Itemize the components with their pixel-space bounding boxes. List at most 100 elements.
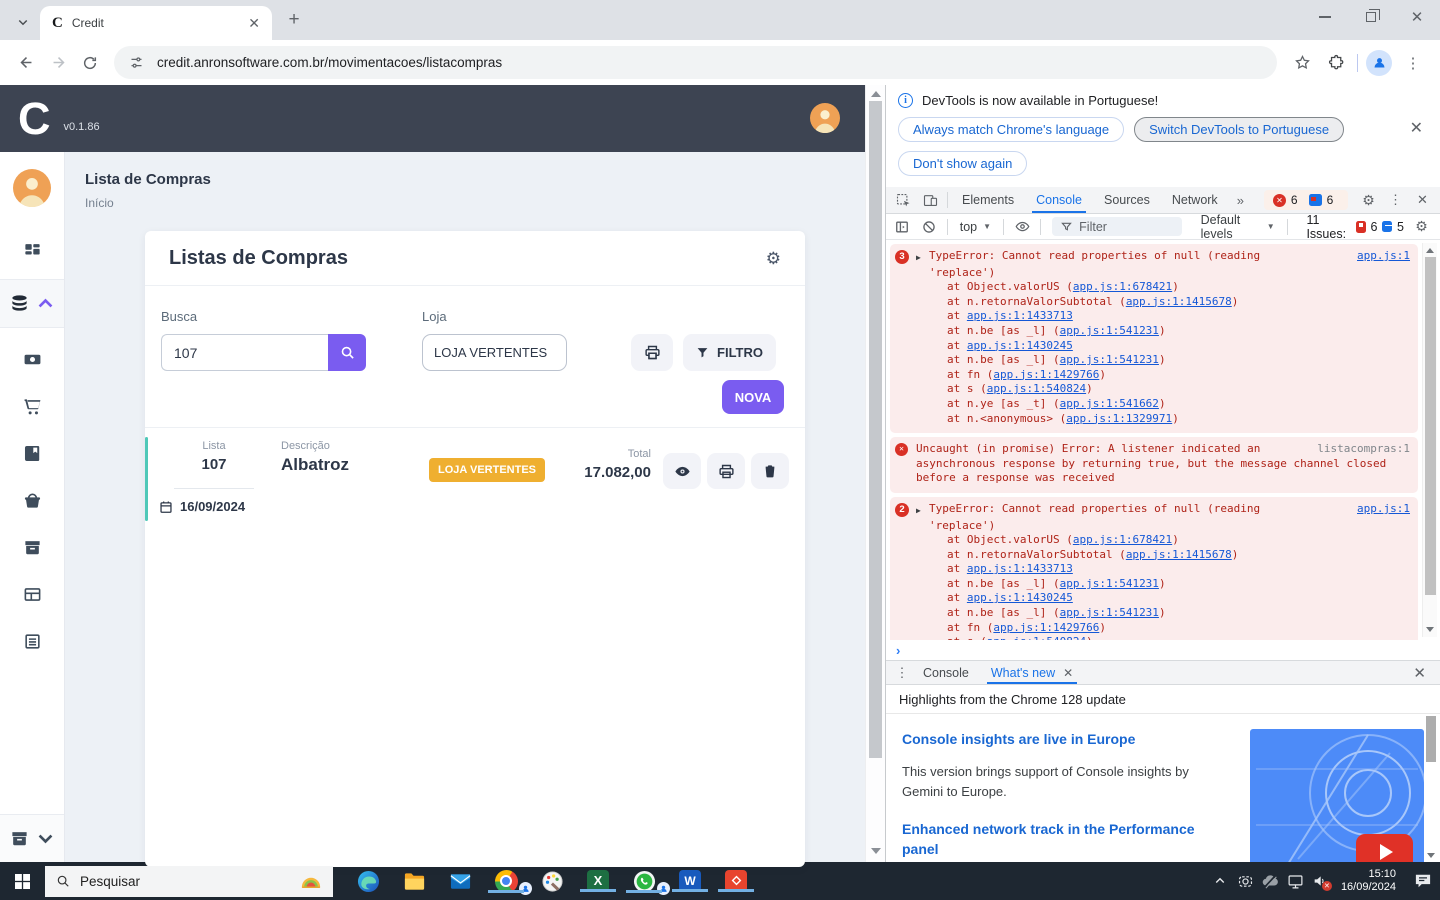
network-icon[interactable]	[1283, 873, 1308, 890]
clear-console-icon[interactable]	[917, 214, 939, 240]
levels-selector[interactable]: Default levels ▼	[1196, 213, 1280, 241]
new-tab-button[interactable]: +	[280, 6, 308, 34]
message-source-link[interactable]: app.js:1	[1347, 249, 1410, 264]
dont-show-again-button[interactable]: Don't show again	[898, 151, 1027, 176]
stack-frame-link[interactable]: app.js:1:540824	[987, 635, 1086, 640]
print-row-button[interactable]	[707, 453, 745, 489]
busca-input[interactable]	[161, 334, 328, 371]
scrollbar-thumb[interactable]	[1426, 716, 1436, 762]
whats-new-scrollbar[interactable]	[1424, 714, 1438, 862]
view-button[interactable]	[663, 453, 701, 489]
match-language-button[interactable]: Always match Chrome's language	[898, 117, 1124, 142]
devtools-menu-kebab-icon[interactable]: ⋮	[1382, 187, 1409, 213]
tray-chevron-up-icon[interactable]	[1208, 875, 1233, 887]
window-minimize-button[interactable]	[1302, 0, 1348, 34]
url-bar[interactable]: credit.anronsoftware.com.br/movimentacoe…	[114, 46, 1277, 79]
play-button[interactable]	[1356, 834, 1413, 862]
browser-tab-credit[interactable]: C Credit ✕	[40, 6, 272, 40]
whats-new-heading-1[interactable]: Console insights are live in Europe	[902, 729, 1234, 749]
status-badges[interactable]: ✕ 6 6	[1264, 190, 1348, 210]
print-button[interactable]	[631, 334, 673, 371]
tab-close-icon[interactable]: ✕	[248, 15, 260, 32]
scroll-down-arrow[interactable]	[1426, 627, 1434, 632]
search-button[interactable]	[328, 334, 366, 371]
console-sidebar-icon[interactable]	[891, 214, 913, 240]
nova-button[interactable]: NOVA	[722, 380, 784, 414]
more-tabs-icon[interactable]: »	[1229, 193, 1252, 208]
tab-console[interactable]: Console	[1025, 187, 1093, 213]
stack-frame-link[interactable]: app.js:1:1429766	[993, 621, 1099, 634]
tab-elements[interactable]: Elements	[951, 187, 1025, 213]
taskbar-whatsapp[interactable]	[621, 870, 667, 893]
window-restore-button[interactable]	[1348, 0, 1394, 34]
stack-frame-link[interactable]: app.js:1:1415678	[1126, 295, 1232, 308]
console-filter-input[interactable]: Filter	[1052, 217, 1181, 236]
window-close-button[interactable]: ✕	[1394, 0, 1440, 34]
device-toolbar-icon[interactable]	[917, 187, 944, 213]
stack-frame-link[interactable]: app.js:1:541231	[1060, 324, 1159, 337]
whats-new-heading-2[interactable]: Enhanced network track in the Performanc…	[902, 819, 1234, 859]
taskbar-file-explorer[interactable]	[391, 870, 437, 893]
stack-frame-link[interactable]: app.js:1:1433713	[967, 309, 1073, 322]
tab-sources[interactable]: Sources	[1093, 187, 1161, 213]
volume-muted-icon[interactable]: ✕	[1308, 873, 1333, 889]
console-prompt[interactable]: ›	[886, 640, 1440, 660]
stack-frame-link[interactable]: app.js:1:1415678	[1126, 548, 1232, 561]
sidebar-item-list[interactable]	[0, 618, 64, 665]
sidebar-item-archive[interactable]	[0, 524, 64, 571]
tab-search-button[interactable]	[10, 9, 36, 35]
stack-frame-link[interactable]: app.js:1:1430245	[967, 591, 1073, 604]
taskbar-red-app[interactable]	[713, 870, 759, 892]
stack-frame-link[interactable]: app.js:1:1433713	[967, 562, 1073, 575]
devtools-close-icon[interactable]: ✕	[1409, 187, 1436, 213]
sidebar-item-dashboard[interactable]	[0, 227, 64, 274]
live-expression-eye-icon[interactable]	[1011, 214, 1033, 240]
scroll-down-arrow[interactable]	[1427, 853, 1435, 858]
stack-frame-link[interactable]: app.js:1:541231	[1060, 577, 1159, 590]
scroll-down-arrow[interactable]	[871, 848, 881, 854]
console-settings-gear-icon[interactable]: ⚙	[1408, 214, 1435, 240]
sidebar-avatar[interactable]	[13, 169, 51, 207]
stack-frame-link[interactable]: app.js:1:541662	[1060, 397, 1159, 410]
browser-menu-kebab-icon[interactable]: ⋮	[1396, 47, 1430, 79]
meet-now-icon[interactable]	[1233, 873, 1258, 890]
forward-button[interactable]	[42, 47, 74, 79]
page-scrollbar[interactable]	[865, 85, 885, 862]
issues-summary[interactable]: 11 Issues: 6 5	[1306, 213, 1404, 241]
context-selector[interactable]: top ▼	[955, 220, 996, 234]
user-avatar[interactable]	[810, 103, 840, 133]
site-settings-icon[interactable]	[129, 55, 144, 70]
drawer-tab-console[interactable]: Console	[912, 661, 980, 684]
taskbar-excel[interactable]: X	[575, 870, 621, 892]
reload-button[interactable]	[74, 47, 106, 79]
taskbar-chrome[interactable]	[483, 870, 529, 893]
bookmark-star-icon[interactable]	[1285, 47, 1319, 79]
taskbar-mail[interactable]	[437, 870, 483, 893]
message-source-link[interactable]: app.js:1	[1347, 502, 1410, 517]
loja-select[interactable]: LOJA VERTENTES	[422, 334, 567, 371]
stack-frame-link[interactable]: app.js:1:541231	[1060, 353, 1159, 366]
scroll-up-arrow[interactable]	[871, 91, 881, 97]
drawer-tab-close-icon[interactable]: ✕	[1063, 666, 1073, 680]
expand-triangle-icon[interactable]: ▶	[916, 502, 929, 519]
sidebar-item-basket[interactable]	[0, 477, 64, 524]
stack-frame-link[interactable]: app.js:1:1430245	[967, 339, 1073, 352]
back-button[interactable]	[10, 47, 42, 79]
sidebar-item-cart[interactable]	[0, 383, 64, 430]
scrollbar-thumb[interactable]	[1425, 257, 1436, 595]
sidebar-item-card[interactable]	[0, 571, 64, 618]
list-item[interactable]: Lista 107 Descrição Albatroz LOJA VERTEN…	[145, 428, 805, 528]
expand-triangle-icon[interactable]: ▶	[916, 249, 929, 266]
stack-frame-link[interactable]: app.js:1:678421	[1073, 280, 1172, 293]
inspect-element-icon[interactable]	[890, 187, 917, 213]
stack-frame-link[interactable]: app.js:1:541231	[1060, 606, 1159, 619]
delete-button[interactable]	[751, 453, 789, 489]
gear-icon[interactable]: ⚙	[766, 250, 781, 267]
action-center-icon[interactable]	[1406, 873, 1440, 889]
tray-clock[interactable]: 15:10 16/09/2024	[1341, 868, 1396, 895]
drawer-menu-kebab-icon[interactable]: ⋮	[892, 665, 912, 681]
stack-frame-link[interactable]: app.js:1:1429766	[993, 368, 1099, 381]
sidebar-item-bottom-archive[interactable]	[0, 814, 64, 862]
scroll-up-arrow[interactable]	[1426, 248, 1434, 253]
drawer-tab-whats-new[interactable]: What's new ✕	[980, 661, 1084, 684]
